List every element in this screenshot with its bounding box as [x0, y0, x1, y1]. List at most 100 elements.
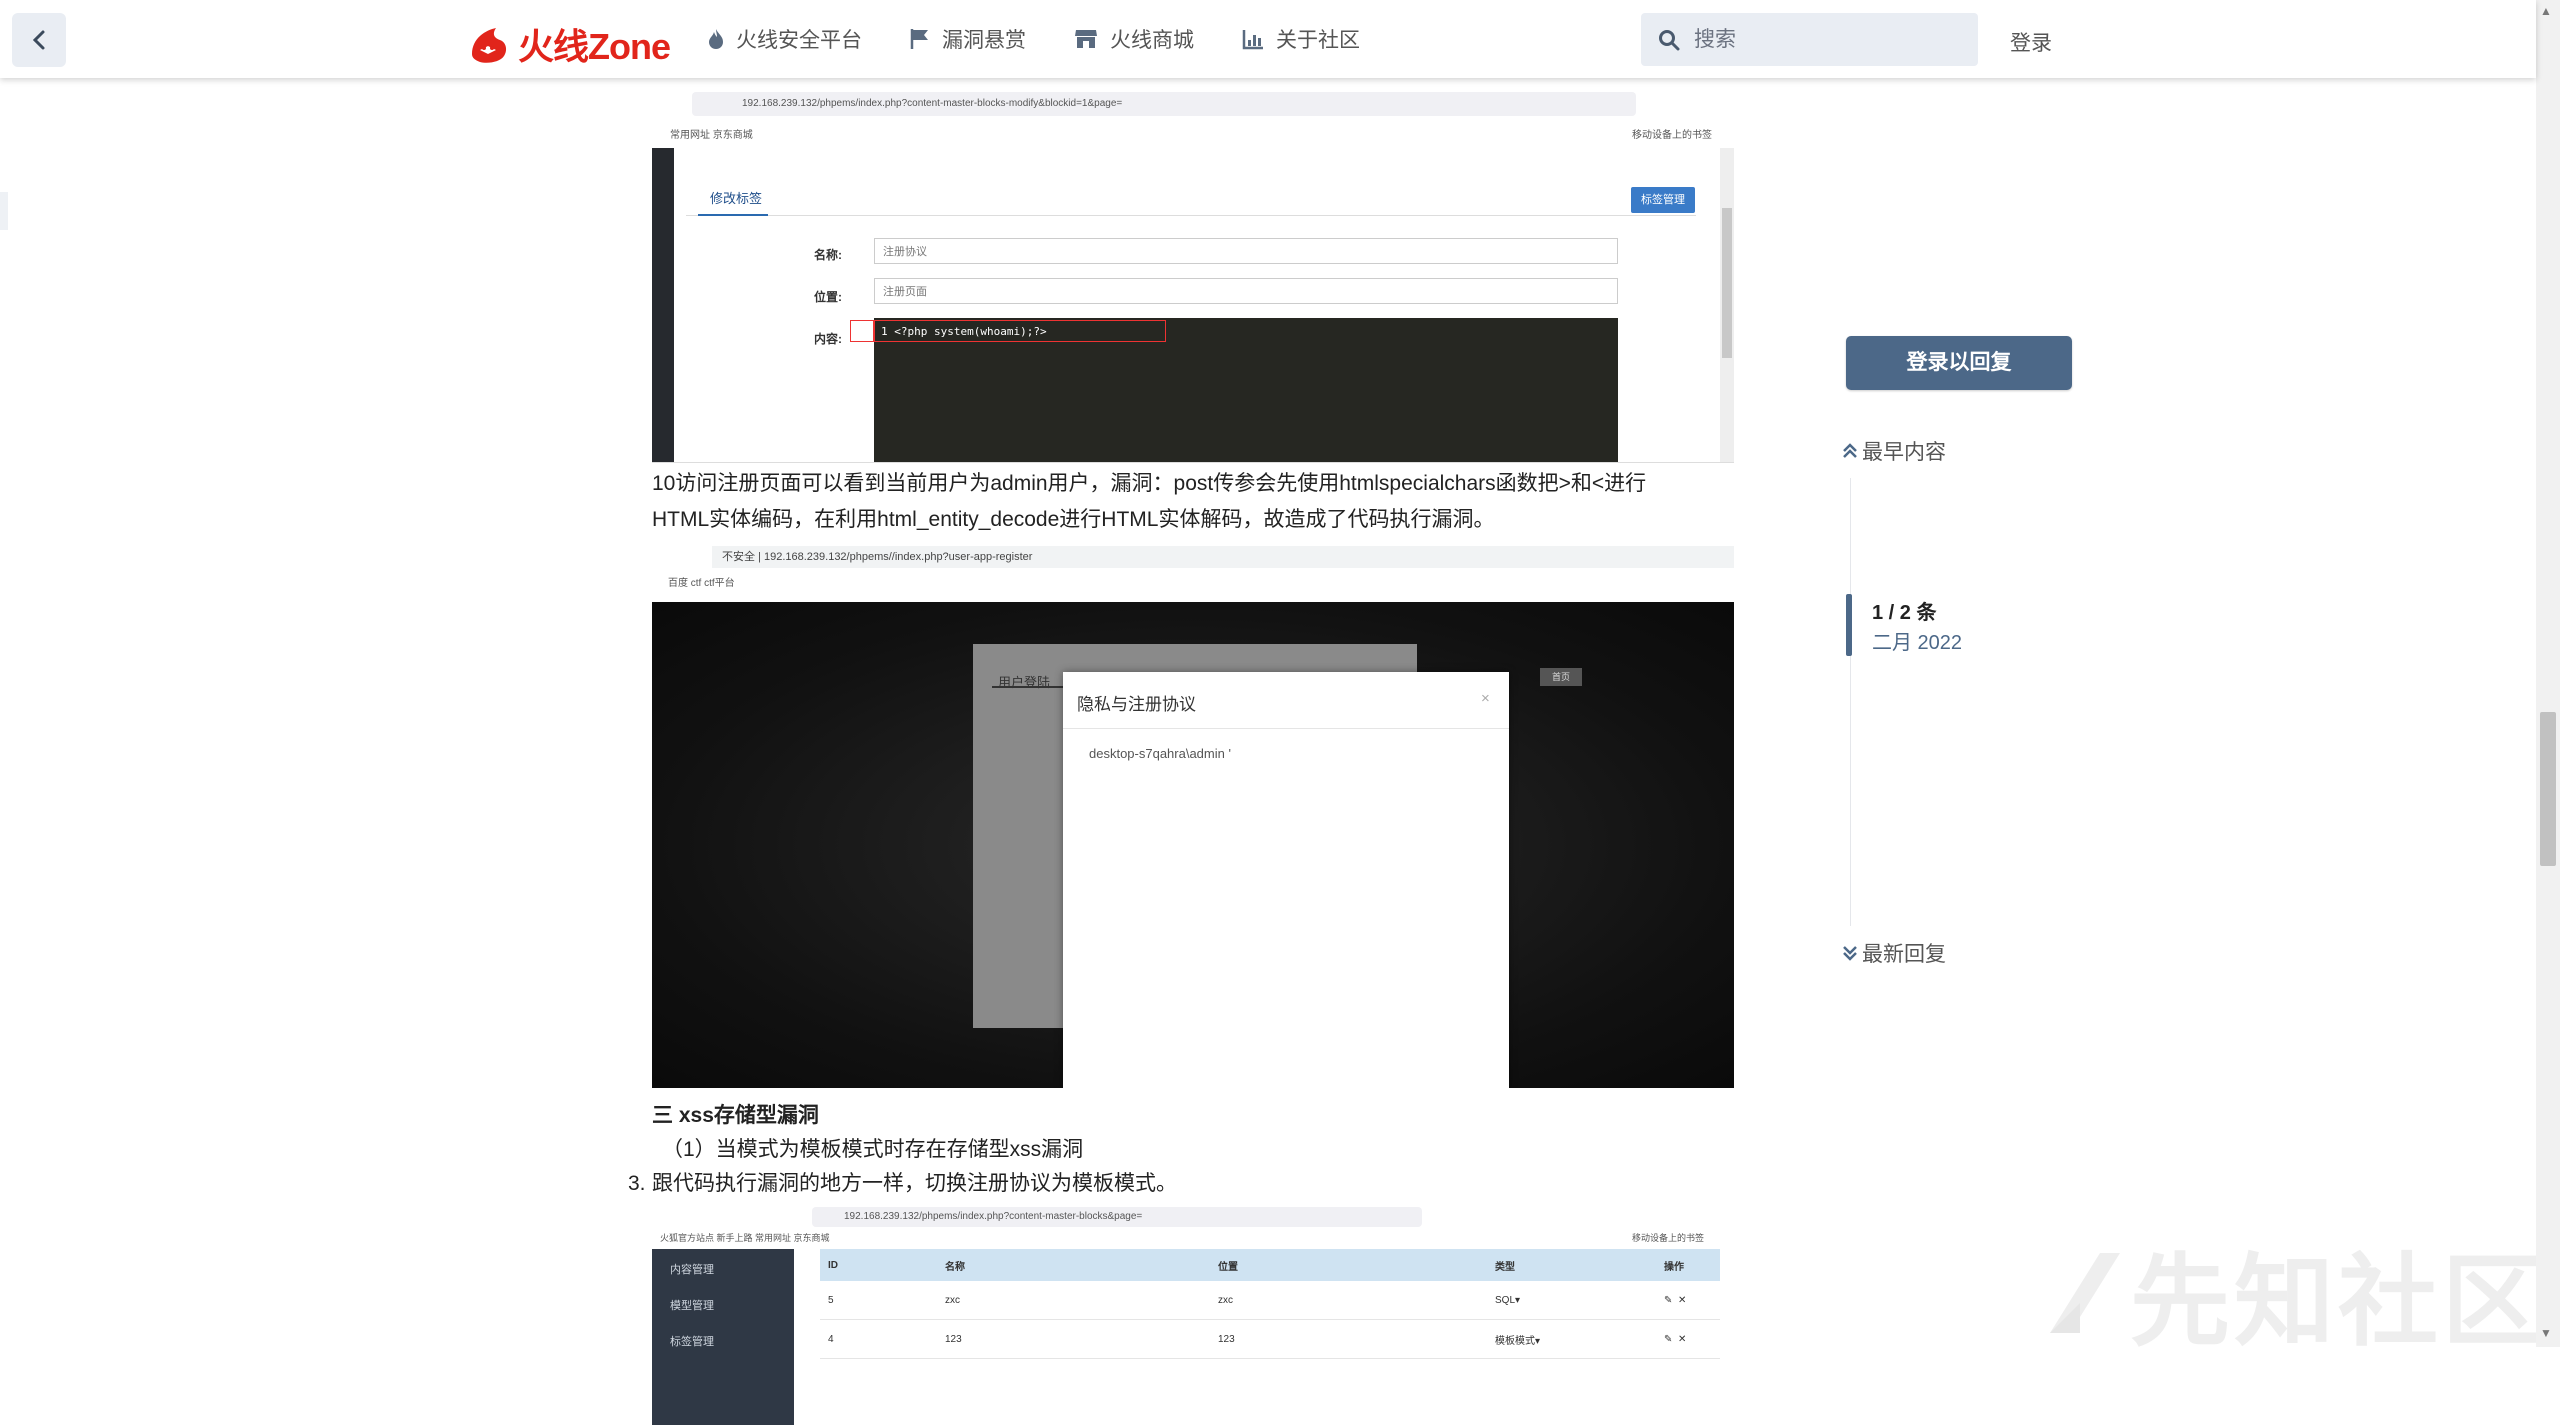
top-header: 火线Zone 火线安全平台 漏洞悬赏 火线商城 关于社区 登录: [0, 0, 2536, 78]
blocks-table: ID 名称 位置 类型 操作 5 zxc zxc SQL▾ ✎ ✕ 4 123: [820, 1249, 1720, 1359]
modal-title: 隐私与注册协议: [1077, 695, 1196, 714]
watermark-text: 先知社区: [2130, 1246, 2546, 1358]
store-icon: [1075, 30, 1097, 48]
side-item: 内容管理: [670, 1264, 714, 1276]
bookmarks-bar: 常用网址 京东商城: [670, 130, 753, 141]
actions-cell: ✎ ✕: [1656, 1319, 1720, 1359]
nav-label: 火线安全平台: [736, 29, 862, 52]
cell: 4: [820, 1319, 937, 1359]
actions-cell: ✎ ✕: [1656, 1281, 1720, 1320]
login-tab: 用户登陆: [998, 675, 1051, 690]
modal-body: desktop-s7qahra\admin ': [1089, 746, 1231, 761]
watermark-logo-icon: [2050, 1252, 2120, 1333]
side-item: 模型管理: [670, 1300, 714, 1312]
column-header: 名称: [937, 1249, 1210, 1281]
nav-item-about[interactable]: 关于社区: [1242, 24, 1360, 54]
tag-manage-button: 标签管理: [1631, 187, 1695, 213]
bookmarks-right: 移动设备上的书签: [1632, 1233, 1705, 1243]
content-label: 内容:: [814, 332, 842, 346]
column-header: 操作: [1656, 1249, 1720, 1281]
cell: SQL▾: [1487, 1281, 1656, 1320]
left-edge-tab[interactable]: [0, 192, 8, 230]
position-label: 位置:: [814, 290, 842, 304]
nav-item-bug-bounty[interactable]: 漏洞悬赏: [910, 24, 1026, 54]
table-row: 4 123 123 模板模式▾ ✎ ✕: [820, 1319, 1720, 1359]
paragraph-line-1: 10访问注册页面可以看到当前用户为admin用户，漏洞：post传参会先使用ht…: [652, 472, 1647, 495]
double-chevron-up-icon: [1843, 443, 1857, 458]
search-icon: [1659, 29, 1680, 50]
bookmarks-right: 移动设备上的书签: [1632, 130, 1712, 141]
timeline-count: 1 / 2 条: [1872, 602, 1937, 624]
browser-url-bar: 192.168.239.132/phpems/index.php?content…: [812, 1207, 1422, 1227]
section-heading: 三 xss存储型漏洞: [652, 1098, 819, 1134]
close-icon: ×: [1481, 690, 1490, 707]
chart-icon: [1242, 30, 1263, 50]
scroll-up-icon[interactable]: ▲: [2540, 4, 2552, 18]
fire-logo-icon: [472, 28, 507, 63]
tab-underline: [698, 214, 768, 216]
delete-icon: ✕: [1677, 1333, 1687, 1345]
cell: 模板模式▾: [1487, 1319, 1656, 1359]
search-input[interactable]: [1692, 26, 1956, 53]
heading-text: 三 xss存储型漏洞: [652, 1104, 819, 1127]
nav-label: 漏洞悬赏: [942, 29, 1026, 52]
home-button: 首页: [1540, 668, 1582, 686]
tab-divider: [686, 215, 1696, 216]
earliest-label: 最早内容: [1862, 441, 1946, 464]
scroll-thumb[interactable]: [2540, 712, 2556, 866]
edit-icon: ✎: [1664, 1333, 1673, 1345]
page-scrollbar[interactable]: ▲ ▼: [2536, 0, 2560, 1347]
watermark: 先知社区: [2040, 1220, 2546, 1365]
timeline-scroller[interactable]: [1846, 594, 1852, 656]
column-header: 类型: [1487, 1249, 1656, 1281]
list-marker: 3.: [628, 1172, 646, 1195]
name-field: 注册协议: [874, 238, 1618, 264]
column-header: ID: [820, 1249, 937, 1281]
admin-sidebar: [652, 148, 674, 462]
latest-reply-link[interactable]: 最新回复: [1842, 938, 1946, 968]
tab-modify-label: 修改标签: [710, 191, 763, 206]
nav-label: 关于社区: [1276, 29, 1360, 52]
name-label: 名称:: [814, 248, 842, 262]
bookmarks-bar: 火狐官方站点 新手上路 常用网址 京东商城: [660, 1233, 830, 1243]
timeline-track: [1850, 478, 1851, 926]
nav-item-store[interactable]: 火线商城: [1074, 24, 1194, 54]
admin-sidebar: 内容管理 模型管理 标签管理: [652, 1249, 794, 1425]
screenshot-modify-block: 192.168.239.132/phpems/index.php?content…: [652, 78, 1734, 463]
search-box[interactable]: [1641, 13, 1978, 66]
bookmarks-bar: 百度 ctf ctf平台: [668, 578, 735, 589]
site-logo[interactable]: 火线Zone: [466, 18, 671, 70]
chevron-left-icon: [32, 30, 45, 50]
double-chevron-down-icon: [1843, 946, 1857, 961]
back-button[interactable]: [12, 13, 66, 67]
scroll-down-icon[interactable]: ▼: [2540, 1326, 2552, 1340]
earliest-content-link[interactable]: 最早内容: [1842, 436, 1946, 466]
position-field: 注册页面: [874, 278, 1618, 304]
table-header-row: ID 名称 位置 类型 操作: [820, 1249, 1720, 1281]
delete-icon: ✕: [1677, 1294, 1687, 1306]
cell: 123: [1210, 1319, 1487, 1359]
privacy-modal: 隐私与注册协议 × desktop-s7qahra\admin ': [1063, 672, 1509, 1088]
browser-url-bar: 不安全 | 192.168.239.132/phpems//index.php?…: [712, 546, 1734, 568]
nav-label: 火线商城: [1110, 29, 1194, 52]
main-nav: 火线安全平台 漏洞悬赏 火线商城 关于社区: [708, 0, 1408, 78]
login-to-reply-button[interactable]: 登录以回复: [1846, 336, 2072, 390]
table-row: 5 zxc zxc SQL▾ ✎ ✕: [820, 1281, 1720, 1320]
highlight-box: [850, 320, 874, 342]
browser-url-bar: 192.168.239.132/phpems/index.php?content…: [692, 92, 1636, 116]
code-line: 1 <?php system(whoami);?>: [874, 320, 1166, 342]
cell: 123: [937, 1319, 1210, 1359]
list-item-3: 跟代码执行漏洞的地方一样，切换注册协议为模板模式。: [652, 1172, 1177, 1195]
edit-icon: ✎: [1664, 1294, 1673, 1306]
timeline-date: 二月 2022: [1872, 632, 1963, 654]
modal-divider: [1063, 728, 1509, 729]
cell: 5: [820, 1281, 937, 1320]
cell: zxc: [937, 1281, 1210, 1320]
column-header: 位置: [1210, 1249, 1487, 1281]
screenshot-register-page: 不安全 | 192.168.239.132/phpems//index.php?…: [652, 544, 1734, 1088]
logo-text: 火线Zone: [518, 26, 671, 67]
paragraph-line-2: HTML实体编码，在利用html_entity_decode进行HTML实体解码…: [652, 508, 1495, 531]
flame-icon: [709, 29, 723, 49]
nav-item-security-platform[interactable]: 火线安全平台: [708, 24, 862, 54]
login-link[interactable]: 登录: [2010, 27, 2052, 57]
